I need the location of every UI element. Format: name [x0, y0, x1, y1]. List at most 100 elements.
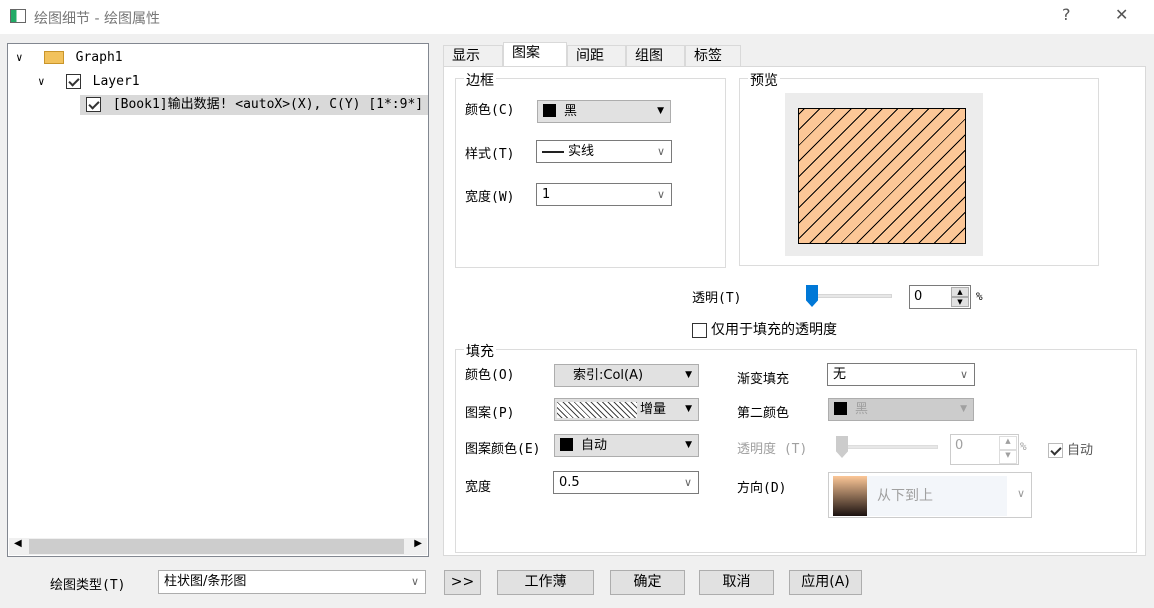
close-button[interactable]: ✕: [1115, 5, 1128, 24]
fill-width-dropdown[interactable]: 0.5 ∨: [553, 471, 699, 494]
scroll-right-icon[interactable]: ▶: [414, 538, 422, 549]
value: 黑: [564, 104, 578, 119]
chevron-down-icon: ∨: [656, 145, 665, 158]
dropdown-arrow-icon: ▼: [685, 370, 692, 380]
second-color-dropdown[interactable]: 黑 ▼: [828, 398, 974, 421]
border-color-label: 颜色(C): [465, 103, 515, 118]
fill-color-dropdown[interactable]: 索引:Col(A) ▼: [554, 364, 699, 387]
tree-item-layer[interactable]: ∨ Layer1: [38, 72, 140, 92]
slider-thumb[interactable]: [806, 285, 818, 307]
spin-up-icon[interactable]: ▲: [999, 436, 1017, 450]
tab-label[interactable]: 标签: [685, 45, 741, 67]
direction-dropdown[interactable]: 从下到上 ∨: [828, 472, 1032, 518]
value: 实线: [568, 144, 595, 159]
spin-down-icon[interactable]: ▼: [951, 297, 969, 307]
spin-down-icon[interactable]: ▼: [999, 450, 1017, 464]
plot-type-label: 绘图类型(T): [50, 578, 126, 593]
ok-button[interactable]: 确定: [610, 570, 685, 595]
fill-color-label: 颜色(O): [465, 368, 515, 383]
help-button[interactable]: ?: [1062, 5, 1071, 24]
group-title: 边框: [464, 70, 496, 90]
chevron-down-icon: ∨: [959, 368, 968, 381]
cancel-button[interactable]: 取消: [699, 570, 774, 595]
color-swatch: [834, 402, 847, 415]
chevron-down-icon: ∨: [1016, 487, 1025, 500]
fill-width-label: 宽度: [465, 480, 492, 495]
value: 自动: [581, 438, 608, 453]
checkbox[interactable]: [1048, 443, 1063, 458]
second-color-label: 第二颜色: [737, 406, 790, 421]
chevron-down-icon[interactable]: ∨: [16, 48, 30, 68]
opacity-spinner[interactable]: 0 ▲ ▼: [950, 434, 1019, 465]
fill-pattern-dropdown[interactable]: 增量 ▼: [554, 398, 699, 421]
gradient-fill-dropdown[interactable]: 无 ∨: [827, 363, 975, 386]
gradient-fill-label: 渐变填充: [737, 372, 790, 387]
dropdown-arrow-icon: ▼: [960, 404, 967, 414]
window-title: 绘图细节 - 绘图属性: [34, 11, 160, 27]
preview-group: 预览: [739, 70, 1099, 266]
tab-display[interactable]: 显示: [443, 45, 503, 67]
value: 0: [914, 289, 923, 304]
preview-swatch: [798, 108, 966, 244]
tree-item-graph[interactable]: ∨ Graph1: [16, 48, 123, 68]
slider-thumb[interactable]: [836, 436, 848, 458]
value: 1: [542, 187, 551, 202]
value: 柱状图/条形图: [164, 574, 247, 589]
scroll-left-icon[interactable]: ◀: [14, 538, 22, 549]
dropdown-arrow-icon: ▼: [685, 404, 692, 414]
transparency-spinner[interactable]: 0 ▲ ▼: [909, 285, 971, 309]
border-width-dropdown[interactable]: 1 ∨: [536, 183, 672, 206]
auto-checkbox[interactable]: 自动: [1048, 439, 1093, 458]
tree-item-plot[interactable]: [Book1]输出数据! <autoX>(X), C(Y) [1*:9*]: [80, 95, 428, 115]
fill-pattern-label: 图案(P): [465, 406, 515, 421]
horizontal-scrollbar[interactable]: ◀ ▶: [9, 538, 427, 555]
value: 索引:Col(A): [573, 368, 644, 383]
tree-label: Graph1: [75, 50, 123, 65]
layer-checkbox[interactable]: [65, 74, 81, 89]
dropdown-arrow-icon: ▼: [685, 440, 692, 450]
tab-pattern[interactable]: 图案: [503, 42, 567, 67]
checkbox-label: 仅用于填充的透明度: [711, 322, 837, 338]
title-bar: 绘图细节 - 绘图属性 ? ✕: [0, 0, 1154, 34]
plot-type-dropdown[interactable]: 柱状图/条形图 ∨: [158, 570, 426, 594]
pattern-panel: 边框 颜色(C) 黑 ▼ 样式(T) 实线 ∨ 宽度(W) 1 ∨ 预览 透明(T) …: [443, 66, 1146, 556]
value: 增量: [640, 402, 667, 417]
expand-button[interactable]: >>: [444, 570, 481, 595]
fill-only-transparency-checkbox[interactable]: 仅用于填充的透明度: [692, 319, 837, 339]
value: 黑: [855, 402, 869, 417]
spin-up-icon[interactable]: ▲: [951, 287, 969, 297]
app-icon: [10, 9, 26, 23]
border-width-label: 宽度(W): [465, 190, 515, 205]
fill-group: 填充 颜色(O) 索引:Col(A) ▼ 图案(P) 增量 ▼ 图案颜色(E) 自动…: [455, 341, 1137, 553]
pattern-color-label: 图案颜色(E): [465, 442, 541, 457]
checkbox[interactable]: [692, 323, 707, 338]
checkbox-label: 自动: [1067, 443, 1094, 458]
plot-tree[interactable]: ∨ Graph1 ∨ Layer1 [Book1]输出数据! <autoX>(X…: [7, 43, 429, 557]
workbook-button[interactable]: 工作薄: [497, 570, 594, 595]
scroll-thumb[interactable]: [29, 539, 404, 554]
color-swatch: [560, 438, 573, 451]
transparency-slider[interactable]: [806, 294, 892, 298]
chevron-down-icon: ∨: [656, 188, 665, 201]
apply-button[interactable]: 应用(A): [789, 570, 862, 595]
percent-label: %: [1020, 440, 1027, 453]
chevron-down-icon: ∨: [410, 575, 419, 588]
border-style-dropdown[interactable]: 实线 ∨: [536, 140, 672, 163]
plot-checkbox[interactable]: [86, 97, 101, 112]
opacity-label: 透明度 (T): [737, 442, 808, 457]
value: 0.5: [559, 475, 580, 490]
opacity-slider[interactable]: [838, 445, 938, 449]
chevron-down-icon[interactable]: ∨: [38, 72, 52, 92]
group-title: 填充: [464, 341, 496, 361]
dropdown-arrow-icon: ▼: [657, 106, 664, 116]
tab-group[interactable]: 组图: [626, 45, 685, 67]
border-style-label: 样式(T): [465, 147, 515, 162]
direction-label: 方向(D): [737, 481, 787, 496]
border-color-dropdown[interactable]: 黑 ▼: [537, 100, 671, 123]
tab-spacing[interactable]: 间距: [567, 45, 626, 67]
value: 无: [833, 367, 847, 382]
chevron-down-icon: ∨: [683, 476, 692, 489]
solid-line-icon: [542, 150, 564, 153]
value: 0: [955, 438, 964, 453]
pattern-color-dropdown[interactable]: 自动 ▼: [554, 434, 699, 457]
